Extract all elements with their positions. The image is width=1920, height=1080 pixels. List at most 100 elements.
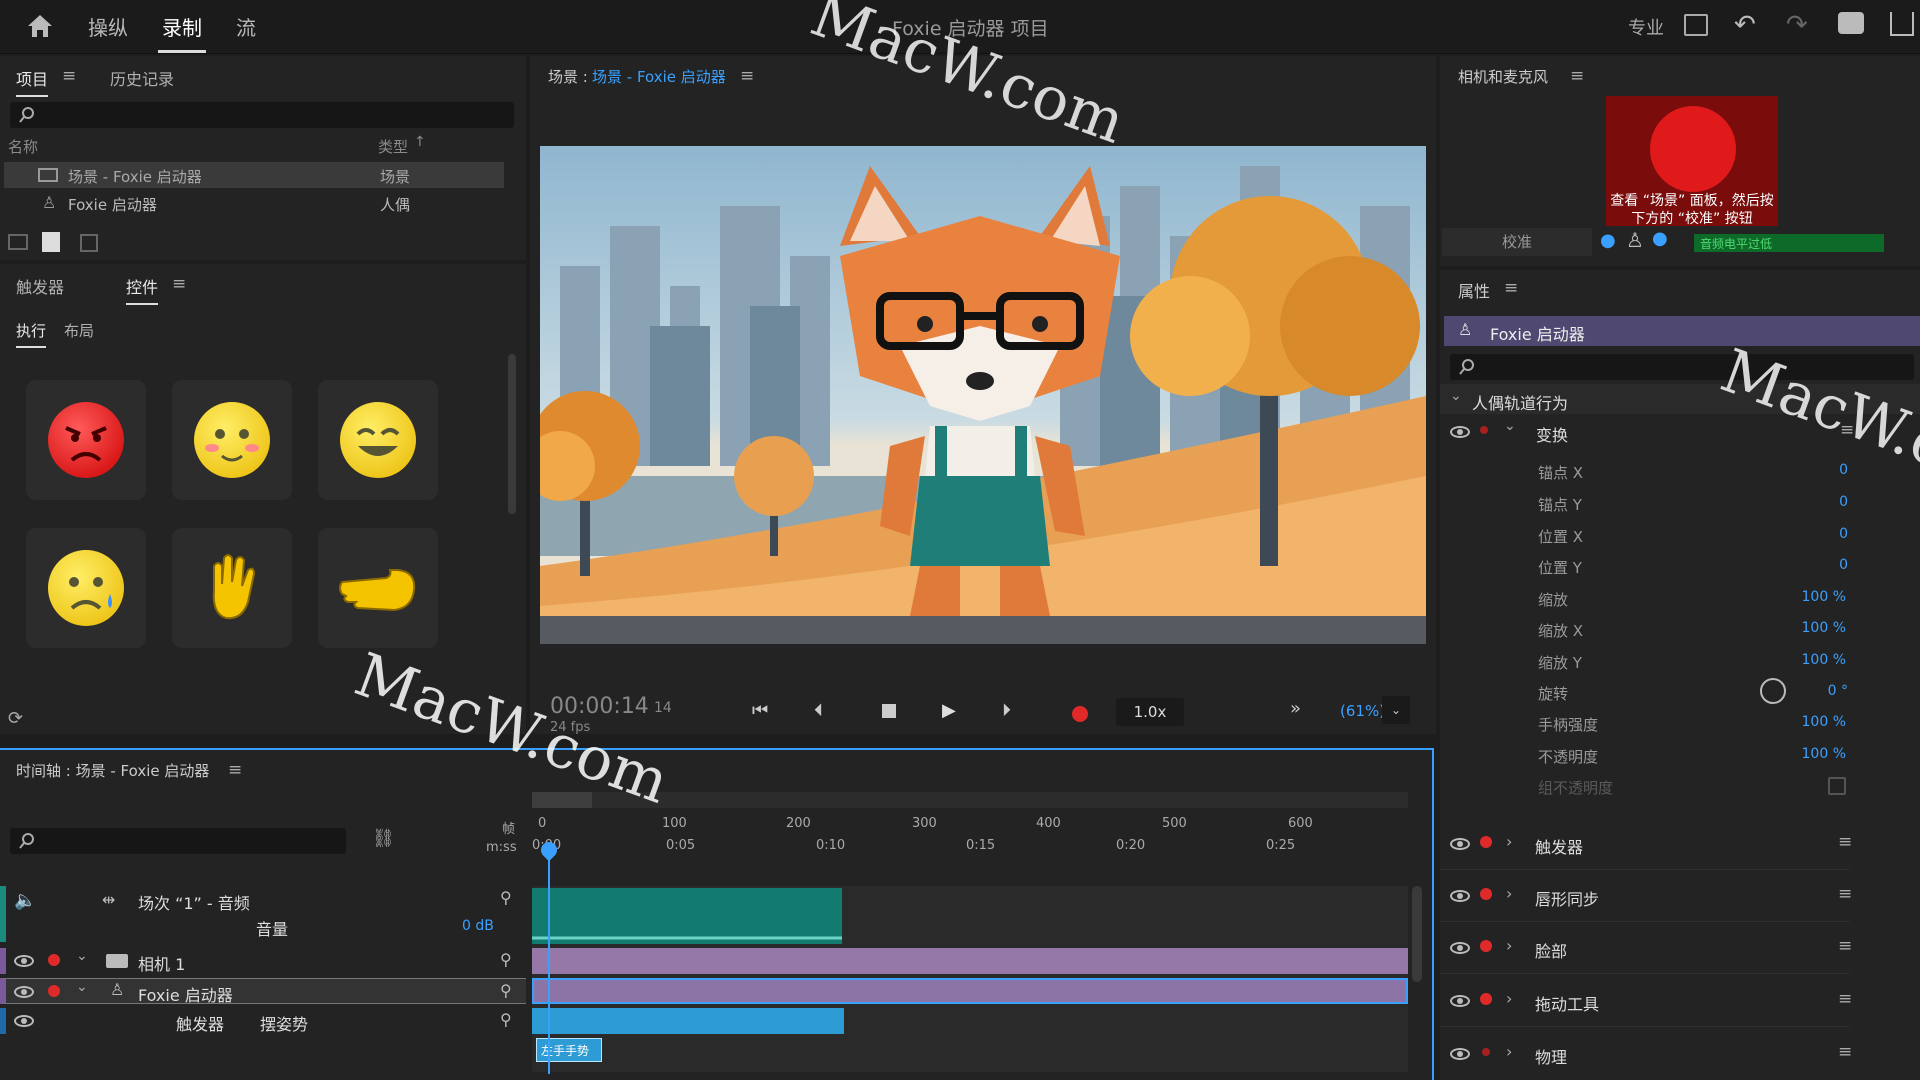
track-arm-icon[interactable]: ⚲ [500, 888, 512, 907]
project-search-input[interactable] [10, 102, 514, 128]
subtab-perform[interactable]: 执行 [16, 320, 47, 348]
menu-icon[interactable]: ≡ [1504, 278, 1518, 298]
redo-icon[interactable]: ↷ [1786, 10, 1808, 40]
record-arm-icon[interactable] [48, 985, 60, 997]
edit-icon[interactable] [80, 234, 98, 252]
body-tracking-icon[interactable]: ♙ [1626, 228, 1644, 252]
section-face[interactable]: › 脸部 ≡ [1440, 922, 1852, 974]
trigger-angry[interactable] [26, 380, 146, 500]
timeline-vertical-scrollbar[interactable] [1412, 886, 1422, 982]
menu-icon[interactable]: ≡ [1838, 989, 1852, 1009]
step-forward-icon[interactable]: ⏵ [1002, 700, 1011, 721]
prop-position-x-value[interactable]: 0 [1839, 526, 1848, 542]
trigger-blush[interactable] [172, 380, 292, 500]
record-arm-icon[interactable] [1480, 940, 1492, 952]
prop-anchor-x-value[interactable]: 0 [1839, 462, 1848, 478]
menu-icon[interactable]: ≡ [172, 274, 186, 294]
menu-icon[interactable]: ≡ [1838, 1042, 1852, 1062]
share-icon[interactable] [1890, 12, 1914, 36]
section-lip-sync[interactable]: › 唇形同步 ≡ [1440, 870, 1852, 922]
menu-icon[interactable]: ≡ [228, 760, 242, 780]
undo-icon[interactable]: ↶ [1734, 10, 1756, 40]
menu-icon[interactable]: ≡ [1838, 884, 1852, 904]
scene-canvas[interactable] [540, 146, 1426, 644]
stop-icon[interactable] [882, 704, 896, 718]
speed-select[interactable]: 1.0x [1116, 698, 1184, 726]
track-header-audio[interactable]: 🔈 ⇹ 场次 “1” - 音频 音量 0 dB ⚲ [0, 886, 526, 942]
prop-scale-x-value[interactable]: 100 % [1802, 620, 1846, 636]
microphone-icon[interactable]: ● [1652, 228, 1668, 249]
prop-handle-strength-value[interactable]: 100 % [1802, 714, 1846, 730]
eye-icon[interactable] [1450, 995, 1470, 1007]
eye-icon[interactable] [14, 1015, 34, 1027]
prop-opacity-value[interactable]: 100 % [1802, 746, 1846, 762]
prop-scale-y-value[interactable]: 100 % [1802, 652, 1846, 668]
record-icon[interactable] [1072, 706, 1088, 722]
track-header-trigger[interactable]: 触发器 摆姿势 ⚲ [0, 1008, 526, 1034]
gesture-clip[interactable]: 左手手势 [536, 1038, 602, 1062]
track-arm-icon[interactable]: ⚲ [500, 981, 512, 1000]
playhead[interactable] [548, 844, 550, 1074]
eye-icon[interactable] [1450, 942, 1470, 954]
chevron-down-icon[interactable]: ⌄ [76, 948, 88, 964]
group-opacity-checkbox[interactable] [1828, 777, 1846, 795]
arm-all-icon[interactable]: ⛓ [372, 828, 395, 849]
tab-controls[interactable]: 控件 [126, 274, 159, 305]
trigger-grin[interactable] [318, 380, 438, 500]
refresh-icon[interactable]: ⟳ [8, 708, 23, 729]
prop-position-y-value[interactable]: 0 [1839, 557, 1848, 573]
record-arm-icon[interactable] [1482, 1048, 1490, 1056]
face-tracking-icon[interactable]: ● [1600, 230, 1616, 251]
nav-record[interactable]: 录制 [158, 12, 206, 53]
column-type[interactable]: 类型 [378, 136, 408, 157]
prop-scale-value[interactable]: 100 % [1802, 589, 1846, 605]
scroll-thumb[interactable] [532, 792, 592, 808]
step-back-icon[interactable]: ⏴ [814, 700, 823, 721]
eye-icon[interactable] [14, 955, 34, 967]
section-dragger[interactable]: › 拖动工具 ≡ [1440, 975, 1852, 1027]
speaker-icon[interactable]: 🔈 [14, 890, 36, 911]
go-to-start-icon[interactable]: ⏮ [752, 700, 768, 721]
zoom-level[interactable]: (61%) [1340, 702, 1385, 720]
feedback-icon[interactable] [1838, 12, 1864, 34]
layout-icon[interactable] [1684, 14, 1708, 36]
prop-rotation-value[interactable]: 0 ° [1828, 683, 1848, 699]
controls-scrollbar[interactable] [508, 354, 516, 514]
scene-name[interactable]: 场景 - Foxie 启动器 [592, 66, 726, 87]
track-arm-icon[interactable]: ⚲ [500, 950, 512, 969]
eye-icon[interactable] [1450, 426, 1470, 438]
eye-icon[interactable] [14, 986, 34, 998]
eye-icon[interactable] [1450, 890, 1470, 902]
track-header-camera[interactable]: ⌄ 相机 1 ⚲ [0, 948, 526, 974]
nav-rig[interactable]: 操纵 [88, 12, 128, 41]
home-icon[interactable] [26, 12, 54, 40]
new-scene-icon[interactable] [8, 234, 28, 250]
section-physics[interactable]: › 物理 ≡ [1440, 1028, 1852, 1080]
menu-icon[interactable]: ≡ [1838, 936, 1852, 956]
timeline-ruler[interactable]: 0 100 200 300 400 500 600 0:00 0:05 0:10… [532, 810, 1408, 860]
volume-value[interactable]: 0 dB [462, 918, 494, 934]
puppet-clip[interactable] [532, 978, 1408, 1004]
import-icon[interactable] [42, 232, 60, 252]
trigger-point[interactable] [318, 528, 438, 648]
calibrate-button[interactable]: 校准 [1442, 228, 1592, 256]
track-arm-icon[interactable]: ⚲ [500, 1010, 512, 1029]
prop-anchor-y-value[interactable]: 0 [1839, 494, 1848, 510]
eye-icon[interactable] [1450, 838, 1470, 850]
record-arm-icon[interactable] [1480, 426, 1488, 434]
menu-icon[interactable]: ≡ [62, 66, 76, 86]
record-arm-icon[interactable] [1480, 993, 1492, 1005]
play-icon[interactable]: ▶ [942, 700, 956, 721]
subtab-layout[interactable]: 布局 [64, 320, 94, 341]
tab-project[interactable]: 项目 [16, 66, 49, 97]
timeline-scrollbar[interactable] [532, 792, 1408, 808]
section-triggers[interactable]: › 触发器 ≡ [1440, 818, 1852, 870]
menu-icon[interactable]: ≡ [740, 66, 754, 86]
eye-icon[interactable] [1450, 1048, 1470, 1060]
list-item[interactable]: ♙ Foxie 启动器 人偶 [4, 190, 504, 216]
record-arm-icon[interactable] [1480, 836, 1492, 848]
tab-triggers[interactable]: 触发器 [16, 274, 64, 298]
menu-icon[interactable]: ≡ [1838, 832, 1852, 852]
more-controls-icon[interactable]: » [1290, 698, 1301, 719]
record-arm-icon[interactable] [1480, 888, 1492, 900]
